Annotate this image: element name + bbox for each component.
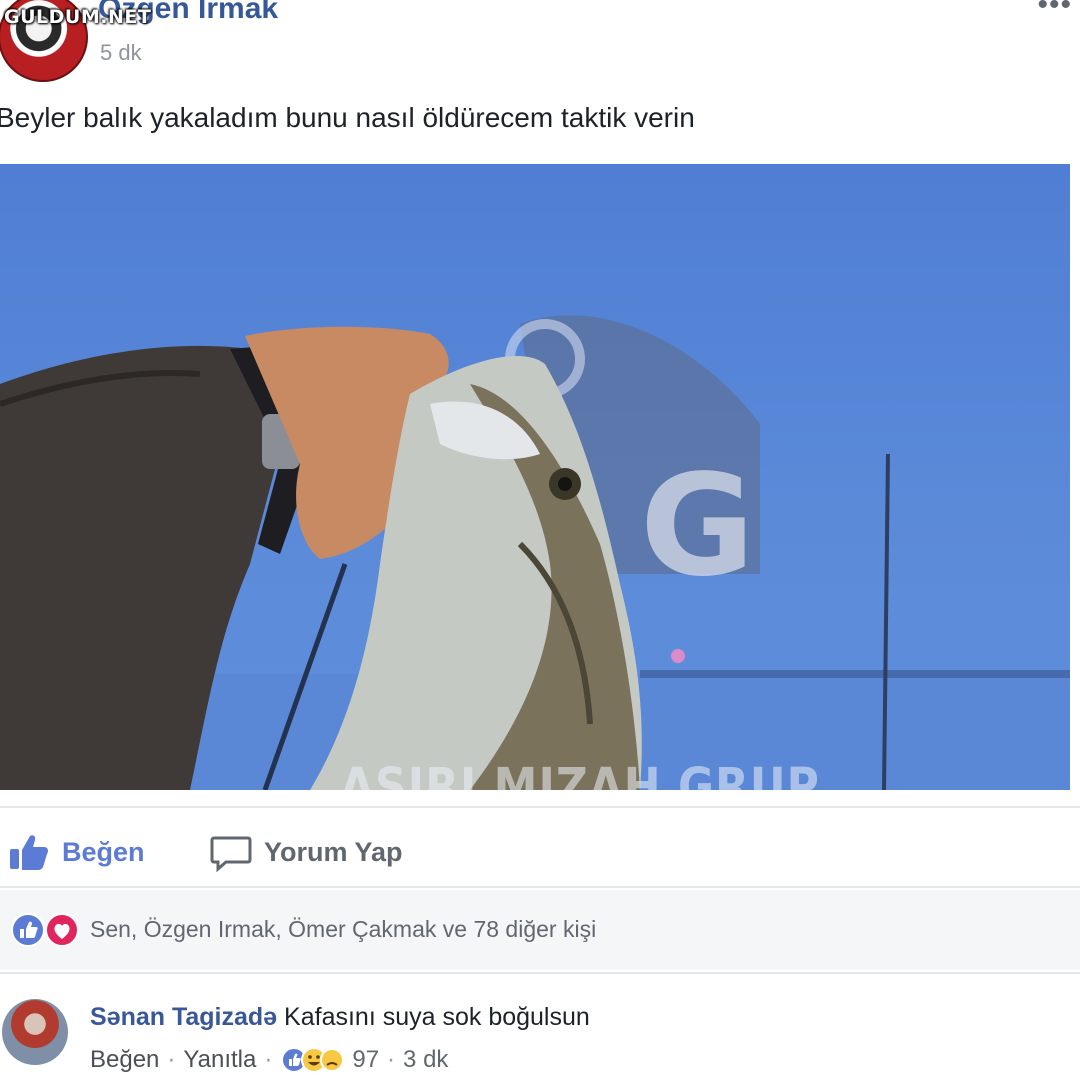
more-options-icon[interactable]: •••	[1037, 0, 1072, 22]
comment-item: Sənan Tagizadə Kafasını suya sok boğulsu…	[0, 975, 1080, 1080]
reaction-icons	[11, 913, 79, 947]
like-reaction-icon	[11, 913, 45, 947]
divider	[0, 806, 1080, 808]
comment-line: Sənan Tagizadə Kafasını suya sok boğulsu…	[90, 1003, 590, 1032]
comment-reply-link[interactable]: Yanıtla	[183, 1046, 256, 1074]
commenter-avatar[interactable]	[2, 999, 68, 1065]
like-button[interactable]: Beğen	[8, 832, 145, 872]
love-reaction-icon	[45, 913, 79, 947]
post-text: Beyler balık yakaladım bunu nasıl öldüre…	[0, 102, 695, 133]
thumbs-up-icon	[10, 835, 48, 870]
comment-meta: Beğen · Yanıtla · 97 · 3 dk	[90, 1045, 448, 1075]
comment-timestamp[interactable]: 3 dk	[403, 1046, 448, 1074]
post-photo[interactable]: G AŞIRI MIZAH GRUP	[0, 164, 1070, 790]
comment-button[interactable]: Yorum Yap	[210, 832, 403, 872]
post-actions-bar: Beğen Yorum Yap	[0, 818, 1080, 888]
image-watermark-text: AŞIRI MIZAH GRUP	[340, 758, 820, 790]
commenter-name[interactable]: Sənan Tagizadə	[90, 1003, 277, 1031]
svg-text:G: G	[640, 445, 755, 608]
post-timestamp[interactable]: 5 dk	[100, 40, 142, 66]
like-button-label: Beğen	[62, 836, 145, 867]
comment-button-label: Yorum Yap	[264, 836, 403, 867]
comment-reaction-icons[interactable]	[280, 1045, 345, 1075]
comment-text: Kafasını suya sok boğulsun	[284, 1003, 590, 1031]
fish-photo-illustration: G	[0, 315, 1070, 790]
divider	[0, 972, 1080, 974]
separator-dot: ·	[167, 1046, 176, 1073]
site-watermark: GULDUM.NET	[4, 6, 152, 28]
divider	[0, 886, 1080, 888]
reactions-summary-bar[interactable]: Sen, Özgen Irmak, Ömer Çakmak ve 78 diğe…	[0, 890, 1080, 970]
comment-bubble-icon	[210, 836, 252, 872]
post-header: Özgen Irmak 5 dk •••	[0, 0, 1080, 82]
separator-dot: ·	[264, 1046, 273, 1073]
reaction-summary-text[interactable]: Sen, Özgen Irmak, Ömer Çakmak ve 78 diğe…	[90, 916, 596, 943]
comment-like-link[interactable]: Beğen	[90, 1046, 159, 1074]
separator-dot: ·	[387, 1046, 396, 1073]
comment-reaction-count[interactable]: 97	[352, 1046, 379, 1074]
sad-reaction-icon	[320, 1048, 345, 1072]
